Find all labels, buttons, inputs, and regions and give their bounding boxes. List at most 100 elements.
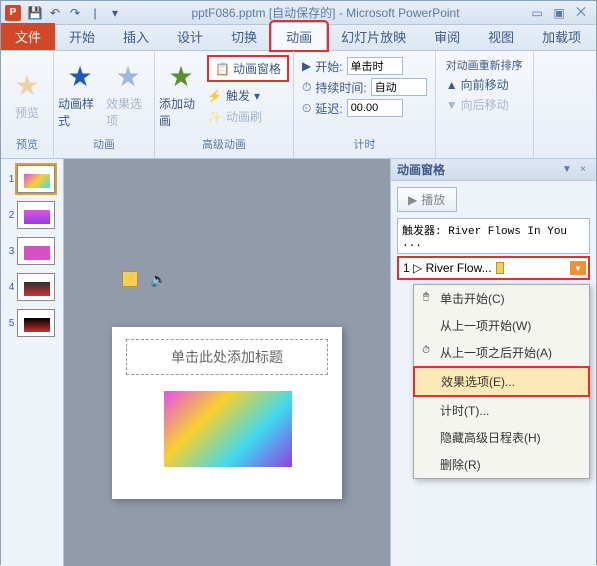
animation-item-1[interactable]: 1 ▷ River Flow... ▼: [397, 256, 590, 280]
animation-tag-icon[interactable]: ⚡: [122, 271, 138, 287]
group-reorder: 对动画重新排序 ▲ 向前移动 ▼ 向后移动: [436, 51, 534, 158]
pane-icon: 📋: [215, 62, 230, 76]
tab-slideshow[interactable]: 幻灯片放映: [327, 23, 420, 50]
ribbon: ★ 预览 预览 ★ 动画样式 ★ 效果选项 动画 ★ 添加动画: [1, 51, 596, 159]
animation-pane-label: 动画窗格: [233, 60, 281, 77]
preview-label: 预览: [15, 104, 39, 121]
menu-after-previous[interactable]: ⏱从上一项之后开始(A): [414, 339, 589, 366]
app-icon: P: [5, 5, 21, 21]
start-input[interactable]: [347, 57, 403, 75]
thumb-2[interactable]: [17, 201, 55, 229]
delay-row: ⏲ 延迟:: [302, 99, 427, 117]
animation-pane-title: 动画窗格: [397, 161, 445, 178]
animation-painter-button[interactable]: ✨ 动画刷: [207, 107, 289, 126]
duration-label: 持续时间:: [315, 79, 366, 96]
slide-canvas[interactable]: 单击此处添加标题: [112, 327, 342, 499]
add-animation-button[interactable]: ★ 添加动画: [159, 55, 203, 134]
duration-row: ⏱ 持续时间:: [302, 78, 427, 96]
window-title: pptF086.pptm [自动保存的] - Microsoft PowerPo…: [125, 4, 526, 21]
menu-click-start[interactable]: 🖱单击开始(C): [414, 285, 589, 312]
tab-animations[interactable]: 动画: [271, 22, 327, 50]
qa-separator: |: [86, 4, 104, 22]
move-forward-label: 向前移动: [461, 76, 509, 93]
slide-editor[interactable]: ⚡ 🔈 单击此处添加标题: [64, 159, 390, 566]
title-placeholder[interactable]: 单击此处添加标题: [126, 339, 328, 375]
add-animation-icon: ★: [168, 60, 193, 93]
clock-icon: ⏱: [302, 80, 311, 95]
animation-pane-button[interactable]: 📋 动画窗格: [207, 55, 289, 82]
dropdown-icon: ▾: [254, 89, 260, 103]
pane-dropdown-icon[interactable]: ▼: [560, 163, 574, 177]
move-backward-label: 向后移动: [461, 96, 509, 113]
redo-icon[interactable]: ↷: [66, 4, 84, 22]
slide-image[interactable]: [164, 391, 292, 467]
up-icon: ▲: [446, 78, 458, 92]
context-menu: 🖱单击开始(C) 从上一项开始(W) ⏱从上一项之后开始(A) 效果选项(E).…: [413, 284, 590, 479]
menu-timing[interactable]: 计时(T)...: [414, 397, 589, 424]
minimize-button[interactable]: ▭: [526, 5, 548, 21]
star-icon: ★: [115, 60, 140, 93]
tab-review[interactable]: 审阅: [420, 23, 474, 50]
animation-styles-button[interactable]: ★ 动画样式: [58, 55, 102, 134]
tab-view[interactable]: 视图: [474, 23, 528, 50]
tab-file[interactable]: 文件: [1, 23, 55, 50]
trigger-button[interactable]: ⚡ 触发 ▾: [207, 86, 289, 105]
tab-transitions[interactable]: 切换: [217, 23, 271, 50]
tab-design[interactable]: 设计: [163, 23, 217, 50]
preview-button[interactable]: ★ 预览: [5, 55, 49, 134]
duration-input[interactable]: [371, 78, 427, 96]
start-row: ▶ 开始:: [302, 57, 427, 75]
reorder-title: 对动画重新排序: [446, 57, 523, 73]
trigger-label: 触发: [226, 87, 250, 104]
tab-insert[interactable]: 插入: [109, 23, 163, 50]
thumb-num: 3: [9, 246, 15, 257]
item-dropdown-icon[interactable]: ▼: [570, 261, 586, 275]
star-icon: ★: [67, 60, 92, 93]
down-icon: ▼: [446, 98, 458, 112]
pane-close-icon[interactable]: ×: [576, 163, 590, 177]
group-advanced-label: 高级动画: [159, 134, 289, 154]
thumb-1[interactable]: [17, 165, 55, 193]
slide-thumbnails: 1 2 3 4 5: [1, 159, 64, 566]
speaker-icon[interactable]: 🔈: [150, 271, 167, 288]
clock-icon: ⏱: [419, 343, 433, 357]
mouse-icon: 🖱: [419, 289, 433, 303]
move-backward-button[interactable]: ▼ 向后移动: [446, 96, 523, 113]
delay-input[interactable]: [347, 99, 403, 117]
play-label: 播放: [421, 191, 445, 208]
save-icon[interactable]: 💾: [26, 4, 44, 22]
group-animation: ★ 动画样式 ★ 效果选项 动画: [54, 51, 155, 158]
thumb-5[interactable]: [17, 309, 55, 337]
thumb-3[interactable]: [17, 237, 55, 265]
painter-label: 动画刷: [226, 108, 262, 125]
effect-options-button[interactable]: ★ 效果选项: [106, 55, 150, 134]
menu-with-previous[interactable]: 从上一项开始(W): [414, 312, 589, 339]
qa-dropdown-icon[interactable]: ▾: [106, 4, 124, 22]
group-advanced: ★ 添加动画 📋 动画窗格 ⚡ 触发 ▾ ✨ 动画刷 高级动画: [155, 51, 294, 158]
animation-pane-header: 动画窗格 ▼ ×: [391, 159, 596, 181]
close-button[interactable]: ⨉: [570, 5, 592, 21]
group-timing-label: 计时: [298, 134, 431, 154]
undo-icon[interactable]: ↶: [46, 4, 64, 22]
maximize-button[interactable]: ▣: [548, 5, 570, 21]
menu-effect-options[interactable]: 效果选项(E)...: [413, 366, 590, 397]
delay-icon: ⏲: [302, 101, 311, 116]
workspace: 1 2 3 4 5 ⚡ 🔈 单击此处添加标题 动画窗格 ▼ × ▶ 播放 触发器…: [1, 159, 596, 566]
animation-pane: 动画窗格 ▼ × ▶ 播放 触发器: River Flows In You ..…: [390, 159, 596, 566]
tab-addins[interactable]: 加载项: [528, 23, 595, 50]
play-button[interactable]: ▶ 播放: [397, 187, 457, 212]
delay-label: 延迟:: [315, 100, 342, 117]
thumb-4[interactable]: [17, 273, 55, 301]
menu-remove[interactable]: 删除(R): [414, 451, 589, 478]
group-preview-label: 预览: [5, 134, 49, 154]
play-icon: ▶: [302, 59, 311, 73]
painter-icon: ✨: [207, 110, 222, 124]
move-forward-button[interactable]: ▲ 向前移动: [446, 76, 523, 93]
tab-home[interactable]: 开始: [55, 23, 109, 50]
animation-item-text: 1 ▷ River Flow...: [403, 261, 492, 275]
group-preview: ★ 预览 预览: [1, 51, 54, 158]
start-label: 开始:: [315, 58, 342, 75]
add-animation-label: 添加动画: [159, 95, 203, 129]
menu-hide-timeline[interactable]: 隐藏高级日程表(H): [414, 424, 589, 451]
timeline-bar: [496, 262, 504, 274]
